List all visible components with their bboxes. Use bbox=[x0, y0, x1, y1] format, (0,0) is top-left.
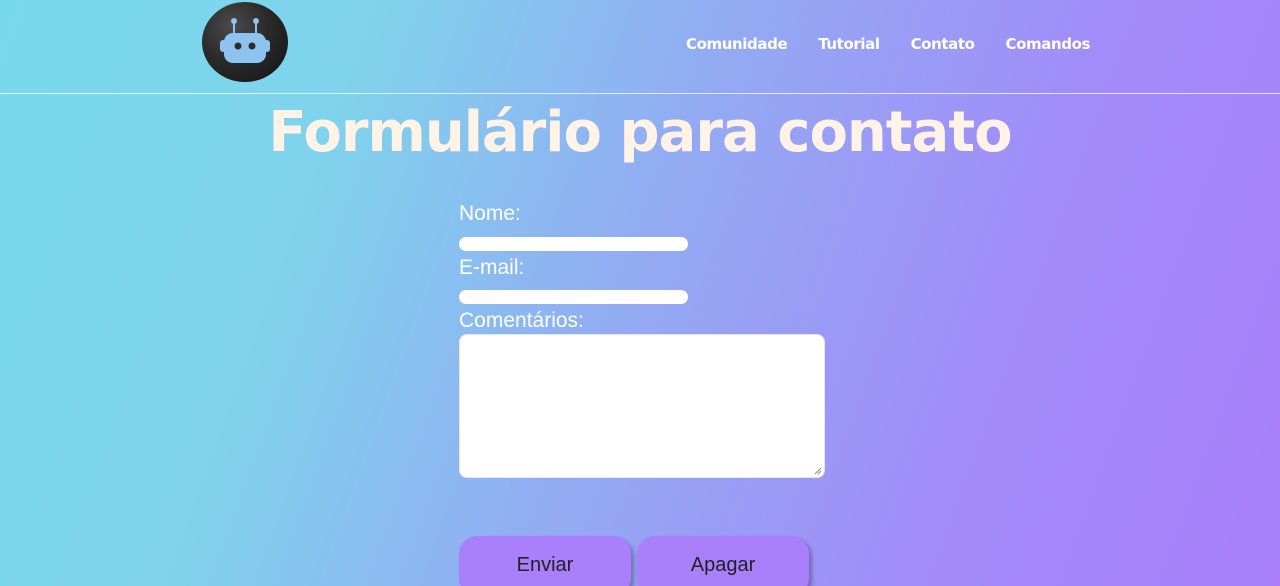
submit-button[interactable]: Enviar bbox=[459, 536, 631, 586]
name-label: Nome: bbox=[459, 202, 521, 225]
email-label: E-mail: bbox=[459, 256, 525, 279]
nav-tutorial[interactable]: Tutorial bbox=[818, 35, 880, 53]
nav-contato[interactable]: Contato bbox=[911, 35, 975, 53]
page-title: Formulário para contato bbox=[268, 100, 1012, 165]
name-input[interactable] bbox=[459, 237, 688, 251]
comments-label: Comentários: bbox=[459, 309, 584, 332]
reset-button[interactable]: Apagar bbox=[637, 536, 809, 586]
nav-comunidade[interactable]: Comunidade bbox=[686, 35, 788, 53]
robot-icon bbox=[220, 18, 270, 63]
email-input[interactable] bbox=[459, 290, 688, 304]
main-nav: Comunidade Tutorial Contato Comandos bbox=[686, 35, 1121, 53]
site-logo[interactable] bbox=[202, 2, 288, 82]
comments-textarea[interactable] bbox=[459, 334, 825, 478]
nav-comandos[interactable]: Comandos bbox=[1006, 35, 1091, 53]
site-header: Comunidade Tutorial Contato Comandos bbox=[0, 0, 1280, 94]
resize-handle-icon[interactable] bbox=[814, 467, 822, 475]
